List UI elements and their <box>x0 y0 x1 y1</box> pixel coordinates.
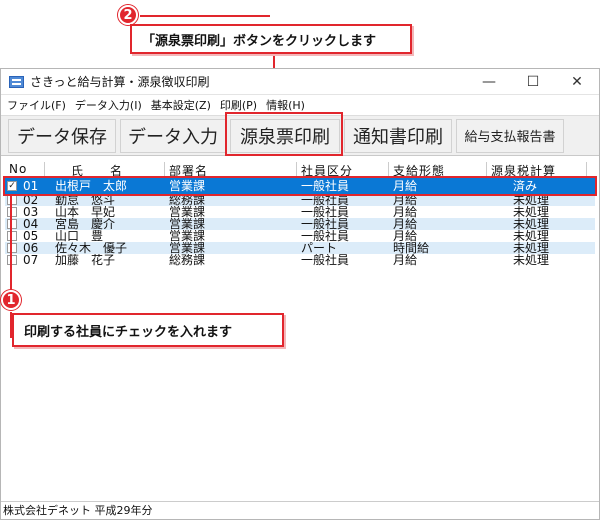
cell-dept: 営業課 <box>169 218 206 230</box>
cell-no: 06 <box>23 242 39 254</box>
cell-class: 一般社員 <box>301 194 350 206</box>
table-row[interactable]: 06 佐々木 優子 営業課 パート 時間給 未処理 <box>5 242 595 254</box>
menu-info[interactable]: 情報(H) <box>266 97 314 113</box>
step-2-badge: 2 <box>118 5 138 25</box>
row-checkbox-cell <box>5 206 19 218</box>
menu-print[interactable]: 印刷(P) <box>220 97 266 113</box>
row-checkbox-cell <box>5 254 19 266</box>
title-bar: さきっと給与計算・源泉徴収印刷 — ☐ ✕ <box>1 69 599 95</box>
employee-table: No 氏 名 部署名 社員区分 支給形態 源泉税計算 ✓ 01 出根戸 太郎 営業課一… <box>3 162 597 266</box>
menu-basic-settings[interactable]: 基本設定(Z) <box>151 97 220 113</box>
cell-name: 山口 豊 <box>55 230 104 242</box>
row-checkbox[interactable] <box>7 255 17 265</box>
cell-tax: 未処理 <box>513 218 550 230</box>
cell-tax: 未処理 <box>513 242 550 254</box>
step-1-badge: 1 <box>1 290 21 310</box>
row-checkbox[interactable] <box>7 207 17 217</box>
header-pay-type: 支給形態 <box>389 162 487 178</box>
window-controls: — ☐ ✕ <box>467 69 599 95</box>
table-row[interactable]: ✓ 01 出根戸 太郎 営業課 一般社員 月給 済み <box>3 176 597 196</box>
header-class: 社員区分 <box>297 162 389 178</box>
cell-class: 一般社員 <box>301 230 350 242</box>
table-row[interactable]: 03 山本 早妃 営業課 一般社員 月給 未処理 <box>5 206 595 218</box>
cell-class: 一般社員 <box>301 179 350 193</box>
window-title: さきっと給与計算・源泉徴収印刷 <box>30 75 210 89</box>
row-checkbox-cell: ✓ <box>5 178 19 194</box>
table-row[interactable]: 05 山口 豊 営業課 一般社員 月給 未処理 <box>5 230 595 242</box>
table-body: ✓ 01 出根戸 太郎 営業課 一般社員 月給 済み 02 勤怠 悠斗 総務課 一般社員 月給 未処理 0… <box>3 176 597 266</box>
row-checkbox-cell <box>5 230 19 242</box>
cell-tax: 未処理 <box>513 230 550 242</box>
header-dept: 部署名 <box>165 162 297 178</box>
payment-report-button[interactable]: 給与支払報告書 <box>456 118 564 153</box>
cell-no: 02 <box>23 194 39 206</box>
minimize-icon[interactable]: — <box>467 69 511 95</box>
row-checkbox-cell <box>5 194 19 206</box>
status-bar: 株式会社デネット 平成29年分 <box>1 501 599 519</box>
step-2-callout: 「源泉票印刷」ボタンをクリックします <box>130 24 412 54</box>
cell-dept: 営業課 <box>169 242 206 254</box>
cell-name: 勤怠 悠斗 <box>55 194 116 206</box>
cell-name: 佐々木 優子 <box>55 242 128 254</box>
cell-name: 宮島 慶介 <box>55 218 116 230</box>
step-1-leader <box>10 195 12 291</box>
row-checkbox[interactable] <box>7 195 17 205</box>
cell-tax: 済み <box>513 179 538 193</box>
table-header: No 氏 名 部署名 社員区分 支給形態 源泉税計算 <box>5 162 595 178</box>
data-input-button[interactable]: データ入力 <box>120 118 226 153</box>
table-row[interactable]: 04 宮島 慶介 営業課 一般社員 月給 未処理 <box>5 218 595 230</box>
cell-name: 山本 早妃 <box>55 206 116 218</box>
cell-class: 一般社員 <box>301 206 350 218</box>
menu-file[interactable]: ファイル(F) <box>7 97 75 113</box>
print-button-highlight <box>225 112 343 156</box>
cell-pay-type: 時間給 <box>393 242 430 254</box>
row-checkbox-cell <box>5 242 19 254</box>
cell-no: 05 <box>23 230 39 242</box>
row-checkbox[interactable] <box>7 243 17 253</box>
cell-class: パート <box>301 242 338 254</box>
cell-pay-type: 月給 <box>393 206 418 218</box>
cell-dept: 総務課 <box>169 194 206 206</box>
maximize-icon[interactable]: ☐ <box>511 69 555 95</box>
table-row[interactable]: 07 加藤 花子 総務課 一般社員 月給 未処理 <box>5 254 595 266</box>
table-row[interactable]: 02 勤怠 悠斗 総務課 一般社員 月給 未処理 <box>5 194 595 206</box>
step-2-text: 「源泉票印刷」ボタンをクリックします <box>142 33 377 49</box>
step-1-text: 印刷する社員にチェックを入れます <box>24 324 233 340</box>
cell-no: 04 <box>23 218 39 230</box>
notice-print-button[interactable]: 通知書印刷 <box>344 118 452 153</box>
cell-name: 加藤 花子 <box>55 254 116 266</box>
cell-pay-type: 月給 <box>393 230 418 242</box>
row-checkbox[interactable] <box>7 231 17 241</box>
cell-no: 01 <box>23 179 39 193</box>
cell-pay-type: 月給 <box>393 179 418 193</box>
step-1-callout: 印刷する社員にチェックを入れます <box>12 313 284 347</box>
menu-data-input[interactable]: データ入力(I) <box>75 97 151 113</box>
cell-dept: 営業課 <box>169 179 206 193</box>
cell-no: 03 <box>23 206 39 218</box>
header-tax: 源泉税計算 <box>487 162 587 178</box>
cell-class: 一般社員 <box>301 218 350 230</box>
data-save-button[interactable]: データ保存 <box>8 118 116 153</box>
cell-tax: 未処理 <box>513 206 550 218</box>
cell-pay-type: 月給 <box>393 194 418 206</box>
header-no: No <box>5 162 45 177</box>
row-checkbox[interactable] <box>7 219 17 229</box>
cell-class: 一般社員 <box>301 254 350 266</box>
header-name: 氏 名 <box>45 162 165 178</box>
app-icon <box>9 75 24 88</box>
row-checkbox-cell <box>5 218 19 230</box>
cell-no: 07 <box>23 254 39 266</box>
row-checkbox[interactable]: ✓ <box>7 181 17 191</box>
step-2-leader-top <box>140 15 270 17</box>
cell-dept: 営業課 <box>169 206 206 218</box>
cell-tax: 未処理 <box>513 194 550 206</box>
close-icon[interactable]: ✕ <box>555 69 599 95</box>
cell-pay-type: 月給 <box>393 254 418 266</box>
cell-pay-type: 月給 <box>393 218 418 230</box>
cell-name: 出根戸 太郎 <box>55 179 128 193</box>
cell-dept: 営業課 <box>169 230 206 242</box>
cell-dept: 総務課 <box>169 254 206 266</box>
cell-tax: 未処理 <box>513 254 550 266</box>
